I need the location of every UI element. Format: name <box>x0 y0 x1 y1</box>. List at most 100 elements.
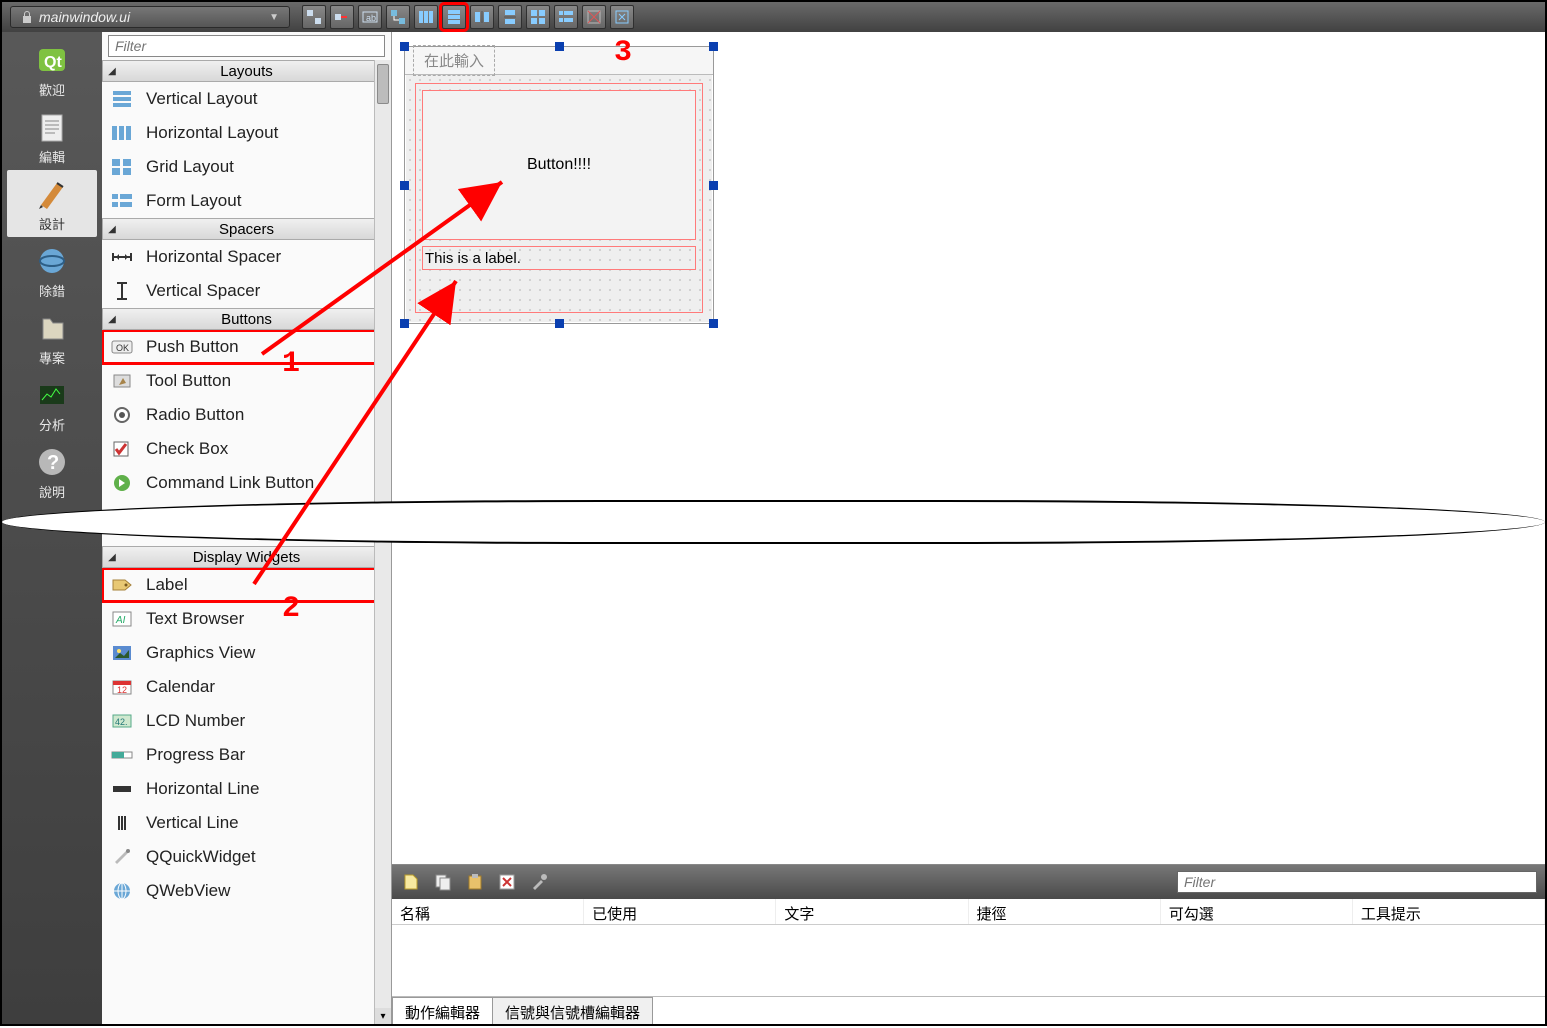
design-icon <box>34 176 70 212</box>
widget-horizontal-layout[interactable]: Horizontal Layout <box>102 116 391 150</box>
page-tear <box>2 500 1545 544</box>
widget-label: Progress Bar <box>146 745 245 765</box>
widget-horizontal-line[interactable]: Horizontal Line <box>102 772 391 806</box>
central-widget[interactable]: Button!!!! This is a label. <box>415 83 703 313</box>
widget-vertical-line[interactable]: Vertical Line <box>102 806 391 840</box>
annotation-2: 2 <box>282 592 300 626</box>
grid-icon <box>110 157 134 177</box>
action-editor-panel: 名稱已使用文字捷徑可勾選工具提示 動作編輯器信號與信號槽編輯器 <box>392 864 1545 1024</box>
mode-design[interactable]: 設計 <box>7 170 97 237</box>
menu-placeholder[interactable]: 在此輸入 <box>413 45 495 76</box>
widget-tool-button[interactable]: Tool Button <box>102 364 391 398</box>
progress-icon <box>110 745 134 765</box>
delete-action-button[interactable] <box>496 871 518 893</box>
form-menubar[interactable]: 在此輸入 <box>405 47 713 75</box>
widget-calendar[interactable]: 12Calendar <box>102 670 391 704</box>
widget-label: Tool Button <box>146 371 231 391</box>
form-preview[interactable]: 在此輸入 Button!!!! This is a label. <box>404 46 714 324</box>
vlayout-icon <box>110 89 134 109</box>
widget-label: LCD Number <box>146 711 245 731</box>
check-icon <box>110 439 134 459</box>
design-canvas[interactable]: 在此輸入 Button!!!! This is a label. <box>392 32 1545 864</box>
widget-vertical-layout[interactable]: Vertical Layout <box>102 82 391 116</box>
vertical-layout[interactable]: Button!!!! This is a label. <box>415 83 703 313</box>
widget-qwebview[interactable]: QWebView <box>102 874 391 908</box>
action-header[interactable]: 文字 <box>776 899 968 924</box>
action-header[interactable]: 捷徑 <box>969 899 1161 924</box>
edit-widgets-button[interactable] <box>302 5 326 29</box>
widget-graphics-view[interactable]: Graphics View <box>102 636 391 670</box>
widget-label: Vertical Line <box>146 813 239 833</box>
scroll-down-icon[interactable]: ▾ <box>375 1008 391 1024</box>
action-header[interactable]: 名稱 <box>392 899 584 924</box>
configure-action-button[interactable] <box>528 871 550 893</box>
widget-horizontal-spacer[interactable]: Horizontal Spacer <box>102 240 391 274</box>
group-spacers[interactable]: ◢Spacers <box>102 218 391 240</box>
edit-buddies-button[interactable]: ab <box>358 5 382 29</box>
mode-help[interactable]: ?說明 <box>7 438 97 505</box>
mode-welcome[interactable]: Qt歡迎 <box>7 36 97 103</box>
mode-debug[interactable]: 除錯 <box>7 237 97 304</box>
widget-label[interactable]: Label <box>102 568 391 602</box>
widget-vertical-spacer[interactable]: Vertical Spacer <box>102 274 391 308</box>
mode-label: 設計 <box>39 214 65 233</box>
adjust-size-button[interactable] <box>610 5 634 29</box>
group-buttons[interactable]: ◢Buttons <box>102 308 391 330</box>
edit-taborder-button[interactable] <box>386 5 410 29</box>
projects-icon <box>34 310 70 346</box>
layout-grid-button[interactable] <box>526 5 550 29</box>
widget-progress-bar[interactable]: Progress Bar <box>102 738 391 772</box>
widget-label: Graphics View <box>146 643 255 663</box>
widget-radio-button[interactable]: Radio Button <box>102 398 391 432</box>
svg-text:Qt: Qt <box>44 54 62 71</box>
push-button-widget[interactable]: Button!!!! <box>422 90 696 240</box>
widget-label: Horizontal Spacer <box>146 247 281 267</box>
widget-text-browser[interactable]: AIText Browser <box>102 602 391 636</box>
new-action-button[interactable] <box>400 871 422 893</box>
action-header[interactable]: 已使用 <box>584 899 776 924</box>
mode-projects[interactable]: 專案 <box>7 304 97 371</box>
layout-h-splitter-button[interactable] <box>470 5 494 29</box>
action-filter-input[interactable] <box>1177 871 1537 893</box>
tab-動作編輯器[interactable]: 動作編輯器 <box>392 997 493 1024</box>
widget-check-box[interactable]: Check Box <box>102 432 391 466</box>
action-header[interactable]: 可勾選 <box>1161 899 1353 924</box>
widget-label: Horizontal Layout <box>146 123 278 143</box>
layout-v-button[interactable] <box>442 5 466 29</box>
mode-label: 除錯 <box>39 281 65 300</box>
toolbtn-icon <box>110 371 134 391</box>
widget-form-layout[interactable]: Form Layout <box>102 184 391 218</box>
layout-h-button[interactable] <box>414 5 438 29</box>
svg-text:42.: 42. <box>115 717 128 727</box>
textbrowser-icon: AI <box>110 609 134 629</box>
debug-icon <box>34 243 70 279</box>
mode-analyze[interactable]: 分析 <box>7 371 97 438</box>
widgetbox-filter-input[interactable] <box>108 35 385 57</box>
qquick-icon <box>110 847 134 867</box>
action-header[interactable]: 工具提示 <box>1353 899 1545 924</box>
widget-label: QWebView <box>146 881 230 901</box>
mode-edit[interactable]: 編輯 <box>7 103 97 170</box>
widget-label: Check Box <box>146 439 228 459</box>
group-display-widgets[interactable]: ◢Display Widgets <box>102 546 391 568</box>
paste-action-button[interactable] <box>464 871 486 893</box>
layout-form-button[interactable] <box>554 5 578 29</box>
break-layout-button[interactable] <box>582 5 606 29</box>
widget-qquickwidget[interactable]: QQuickWidget <box>102 840 391 874</box>
scrollbar-thumb[interactable] <box>377 64 389 104</box>
widget-label: Horizontal Line <box>146 779 259 799</box>
widget-command-link-button[interactable]: Command Link Button <box>102 466 391 500</box>
file-selector[interactable]: mainwindow.ui ▼ <box>10 6 290 28</box>
widget-grid-layout[interactable]: Grid Layout <box>102 150 391 184</box>
svg-text:AI: AI <box>115 615 126 626</box>
widget-label: Vertical Layout <box>146 89 258 109</box>
group-layouts[interactable]: ◢Layouts <box>102 60 391 82</box>
tab-信號與信號槽編輯器[interactable]: 信號與信號槽編輯器 <box>492 997 653 1024</box>
copy-action-button[interactable] <box>432 871 454 893</box>
layout-v-splitter-button[interactable] <box>498 5 522 29</box>
widget-push-button[interactable]: OKPush Button <box>102 330 391 364</box>
widget-lcd-number[interactable]: 42. LCD Number <box>102 704 391 738</box>
edit-signals-button[interactable] <box>330 5 354 29</box>
label-widget[interactable]: This is a label. <box>422 246 696 270</box>
widget-label: QQuickWidget <box>146 847 256 867</box>
